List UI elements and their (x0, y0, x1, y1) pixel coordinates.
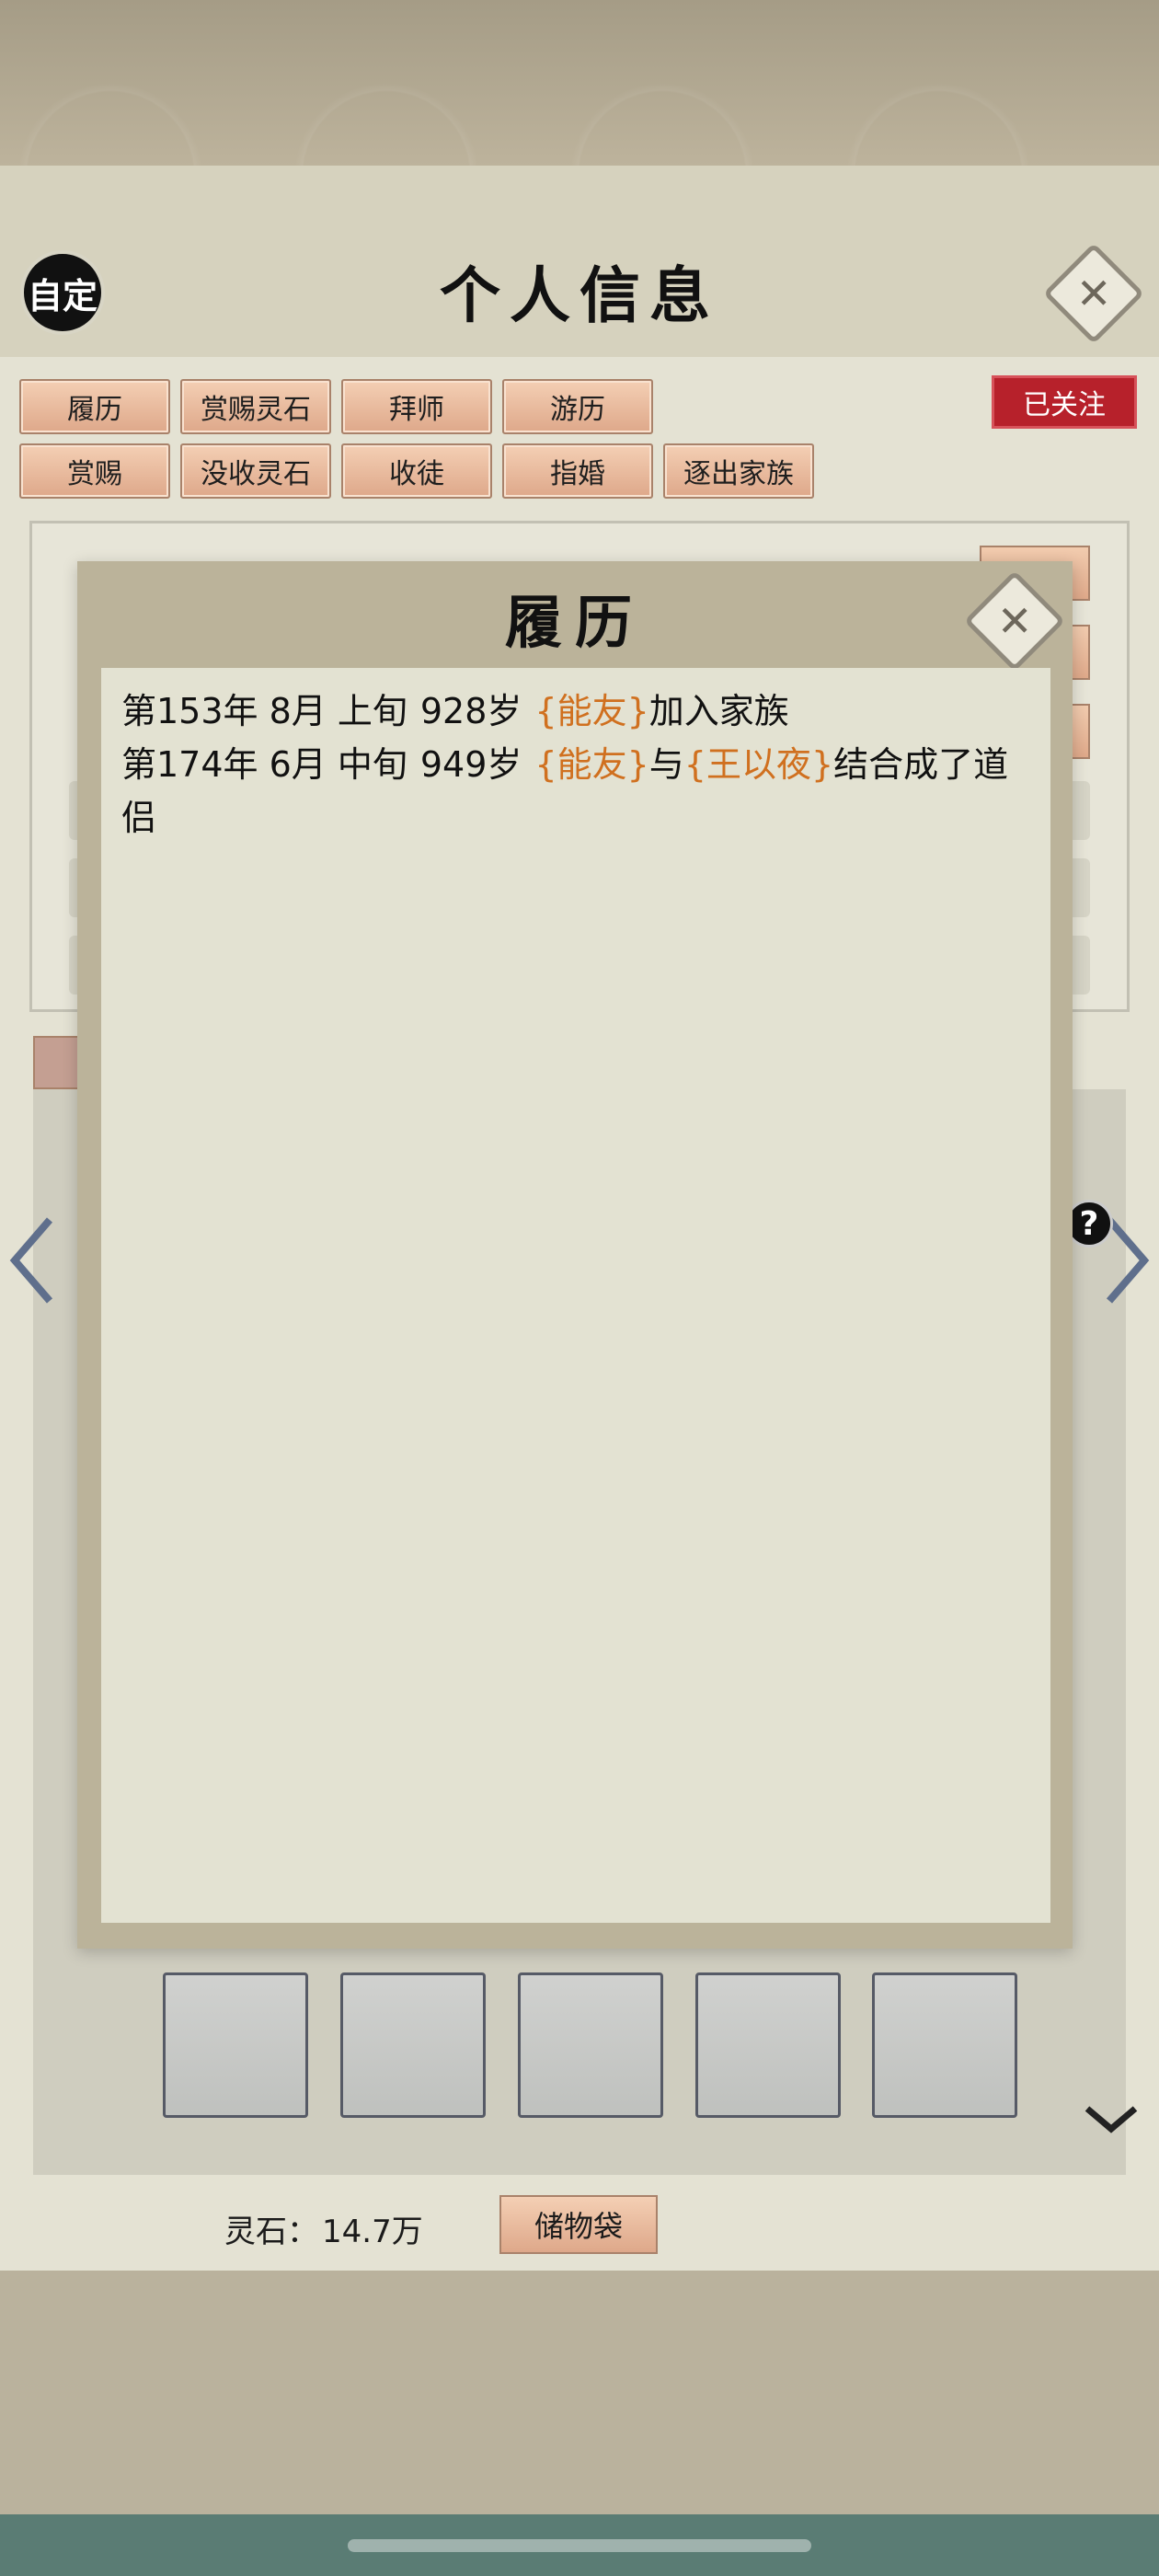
action-take-disciple[interactable]: 收徒 (341, 443, 492, 499)
modal-body (101, 668, 1050, 1923)
item-slot[interactable] (695, 1972, 841, 2118)
close-icon: ✕ (996, 595, 1033, 646)
currency-label: 灵石： (224, 2214, 318, 2250)
action-travel[interactable]: 游历 (502, 379, 653, 434)
follow-badge[interactable]: 已关注 (992, 375, 1137, 429)
item-slot[interactable] (518, 1972, 663, 2118)
action-expel[interactable]: 逐出家族 (663, 443, 814, 499)
home-indicator[interactable] (348, 2539, 811, 2552)
modal-title: 履历 (504, 589, 645, 656)
arrow-left-icon[interactable] (7, 1214, 57, 1306)
item-slot[interactable] (872, 1972, 1017, 2118)
action-reward-stones[interactable]: 赏赐灵石 (180, 379, 331, 434)
close-icon: ✕ (1075, 268, 1112, 318)
history-entry: 第153年 8月 上旬 928岁 {能友}加入家族 (121, 691, 789, 731)
currency-value: 14.7万 (322, 2214, 423, 2250)
character-name[interactable]: {能友} (534, 744, 648, 785)
history-entry: 第174年 6月 中旬 949岁 {能友}与{王以夜}结合成了道侣 (121, 744, 1009, 838)
chevron-down-icon[interactable] (1084, 2099, 1139, 2136)
currency-display: 灵石： 14.7万 (224, 2206, 423, 2251)
action-apprentice-to[interactable]: 拜师 (341, 379, 492, 434)
action-history[interactable]: 履历 (19, 379, 170, 434)
character-name[interactable]: {能友} (534, 691, 648, 731)
character-name[interactable]: {王以夜} (684, 744, 833, 785)
action-arrange-marriage[interactable]: 指婚 (502, 443, 653, 499)
storage-bag-button[interactable]: 储物袋 (499, 2195, 658, 2254)
item-slot[interactable] (340, 1972, 486, 2118)
action-confiscate-stones[interactable]: 没收灵石 (180, 443, 331, 499)
action-reward[interactable]: 赏赐 (19, 443, 170, 499)
page-title: 个人信息 (440, 259, 719, 331)
bottom-decoration (0, 2271, 1159, 2514)
history-log: 第153年 8月 上旬 928岁 {能友}加入家族 第174年 6月 中旬 949岁{… (121, 684, 1032, 845)
item-slot[interactable] (163, 1972, 308, 2118)
top-decoration (0, 0, 1159, 166)
